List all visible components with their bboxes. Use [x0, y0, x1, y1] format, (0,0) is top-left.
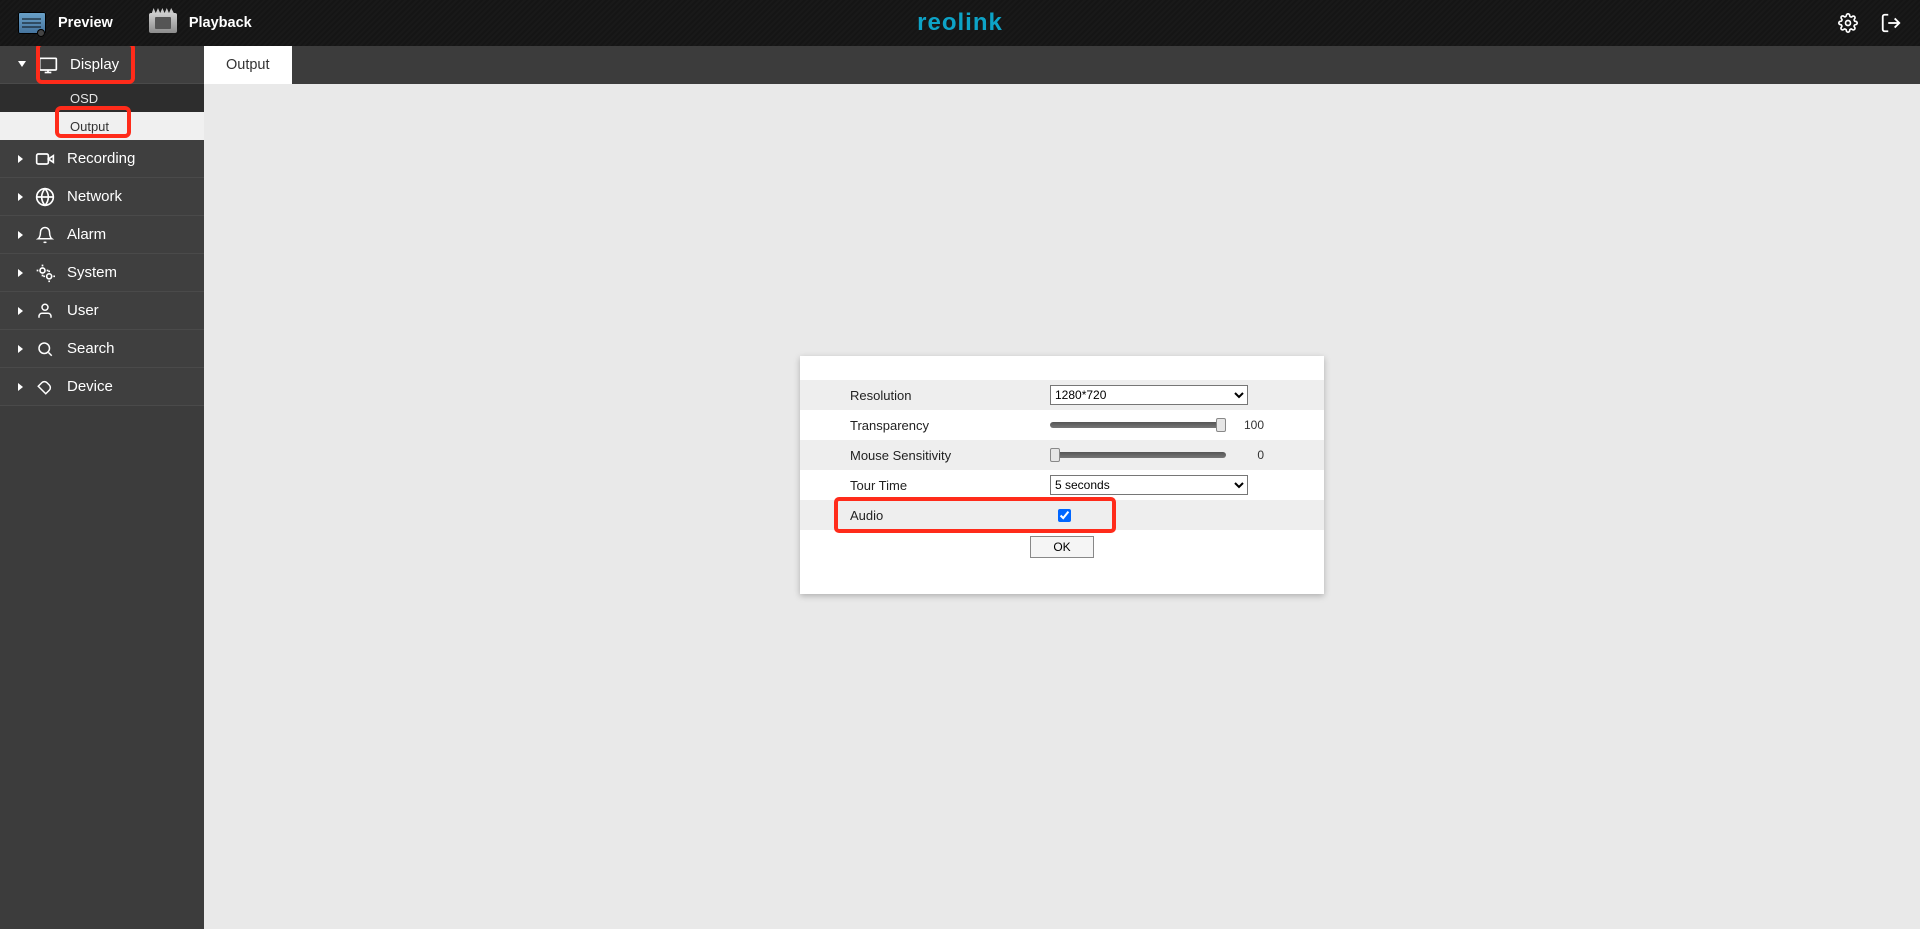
nav-playback-label: Playback — [189, 15, 252, 31]
sidebar-item-label: Display — [70, 56, 119, 73]
sidebar-item-user[interactable]: User — [0, 292, 204, 330]
row-transparency: Transparency 100 — [800, 410, 1324, 440]
slider-transparency[interactable] — [1050, 422, 1226, 428]
sidebar-item-network[interactable]: Network — [0, 178, 204, 216]
label-tour-time: Tour Time — [850, 478, 1050, 493]
nav-preview[interactable]: Preview — [0, 0, 131, 46]
chevron-right-icon — [18, 345, 23, 353]
tabstrip: Output — [204, 46, 1920, 84]
chevron-right-icon — [18, 307, 23, 315]
sidebar-item-label: Device — [67, 378, 113, 395]
user-icon — [35, 301, 55, 321]
system-icon — [35, 263, 55, 283]
sidebar-sub-osd[interactable]: OSD — [0, 84, 204, 112]
nav-playback[interactable]: Playback — [131, 0, 270, 46]
value-transparency: 100 — [1238, 418, 1264, 432]
brand-logo: reolink — [917, 9, 1003, 37]
sidebar-item-system[interactable]: System — [0, 254, 204, 292]
sidebar-sub-output[interactable]: Output — [0, 112, 204, 140]
row-resolution: Resolution 1280*720 — [800, 380, 1324, 410]
network-icon — [35, 187, 55, 207]
sidebar-item-recording[interactable]: Recording — [0, 140, 204, 178]
sidebar-item-alarm[interactable]: Alarm — [0, 216, 204, 254]
sidebar-item-label: Alarm — [67, 226, 106, 243]
top-bar: Preview Playback reolink — [0, 0, 1920, 46]
chevron-right-icon — [18, 383, 23, 391]
sidebar-item-label: System — [67, 264, 117, 281]
sidebar-item-label: User — [67, 302, 99, 319]
slider-mouse-sensitivity[interactable] — [1050, 452, 1226, 458]
sidebar-item-label: Search — [67, 340, 115, 357]
search-icon — [35, 339, 55, 359]
playback-icon — [149, 13, 177, 33]
chevron-right-icon — [18, 155, 23, 163]
label-mouse-sensitivity: Mouse Sensitivity — [850, 448, 1050, 463]
value-mouse-sensitivity: 0 — [1238, 448, 1264, 462]
ok-button[interactable]: OK — [1030, 536, 1094, 558]
sidebar: Display OSD Output Recording Network — [0, 46, 204, 929]
checkbox-audio[interactable] — [1058, 509, 1071, 522]
label-audio: Audio — [850, 508, 1050, 523]
sidebar-item-label: Network — [67, 188, 122, 205]
display-icon — [38, 55, 58, 75]
alarm-icon — [35, 225, 55, 245]
label-transparency: Transparency — [850, 418, 1050, 433]
chevron-right-icon — [18, 231, 23, 239]
output-panel: Resolution 1280*720 Transparency 100 — [800, 356, 1324, 594]
chevron-right-icon — [18, 193, 23, 201]
row-audio: Audio — [800, 500, 1324, 530]
select-tour-time[interactable]: 5 seconds — [1050, 475, 1248, 495]
preview-icon — [18, 12, 46, 34]
main-content: Output Resolution 1280*720 Transparency — [204, 46, 1920, 929]
recording-icon — [35, 149, 55, 169]
row-tour-time: Tour Time 5 seconds — [800, 470, 1324, 500]
select-resolution[interactable]: 1280*720 — [1050, 385, 1248, 405]
row-mouse-sensitivity: Mouse Sensitivity 0 — [800, 440, 1324, 470]
sidebar-item-label: Recording — [67, 150, 135, 167]
device-icon — [35, 377, 55, 397]
label-resolution: Resolution — [850, 388, 1050, 403]
logout-icon[interactable] — [1880, 12, 1902, 34]
sidebar-item-display[interactable]: Display — [0, 46, 204, 84]
chevron-right-icon — [18, 269, 23, 277]
sidebar-item-device[interactable]: Device — [0, 368, 204, 406]
settings-icon[interactable] — [1838, 13, 1858, 33]
tab-output[interactable]: Output — [204, 46, 292, 84]
sidebar-item-search[interactable]: Search — [0, 330, 204, 368]
chevron-down-icon — [18, 61, 26, 71]
nav-preview-label: Preview — [58, 15, 113, 31]
